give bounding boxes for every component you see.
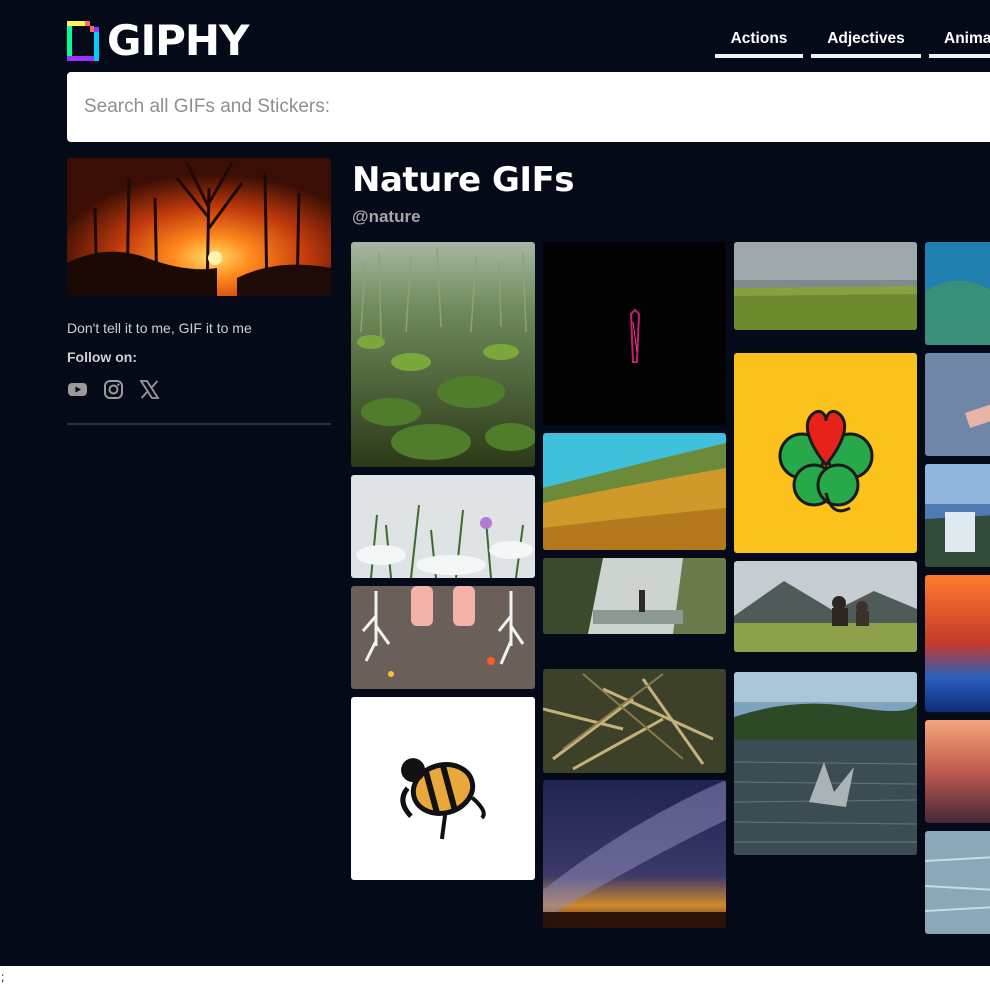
gif-tile-mountain-couple[interactable] [734, 561, 917, 652]
follow-label: Follow on: [67, 349, 137, 365]
gif-tile-snow-flower[interactable] [351, 475, 535, 578]
gif-tile-golden-hills[interactable] [543, 433, 726, 550]
giphy-logo[interactable]: GIPHY [67, 16, 249, 65]
gif-tile-hands-roots[interactable] [351, 586, 535, 689]
gif-tile-shamrock-sticker[interactable] [734, 353, 917, 553]
giphy-channel-page: GIPHY Actions Adjectives Anima Search al… [0, 0, 990, 966]
gif-tile-waterfall[interactable] [925, 464, 990, 567]
gif-tile-milky-way[interactable] [543, 780, 726, 928]
gif-tile-grass-field[interactable] [734, 242, 917, 330]
gif-tile-dark-figure[interactable] [543, 242, 726, 425]
social-links [67, 379, 160, 400]
channel-title: Nature GIFs [352, 160, 575, 200]
sidebar-divider [67, 423, 331, 425]
giphy-logo-mark-icon [67, 21, 99, 61]
gif-tile-coral-reef[interactable] [925, 242, 990, 345]
search-bar [67, 72, 990, 142]
search-input[interactable] [67, 72, 990, 142]
category-nav: Actions Adjectives Anima [715, 30, 990, 58]
gif-tile-blue-hand[interactable] [925, 353, 990, 456]
youtube-icon[interactable] [67, 379, 88, 400]
x-icon[interactable] [139, 379, 160, 400]
channel-handle[interactable]: @nature [352, 207, 421, 227]
gif-tile-dusk-lake[interactable] [925, 720, 990, 823]
tab-animals[interactable]: Anima [929, 30, 990, 58]
gif-tile-quills[interactable] [543, 669, 726, 773]
page-bottom-strip [0, 966, 990, 990]
gif-tile-lake-splash[interactable] [734, 672, 917, 855]
tab-adjectives[interactable]: Adjectives [811, 30, 921, 58]
gif-tile-ice-water[interactable] [925, 831, 990, 934]
gif-tile-marsh-plants[interactable] [351, 242, 535, 467]
giphy-wordmark: GIPHY [107, 16, 249, 65]
channel-banner-image [67, 158, 331, 296]
gif-tile-bee-sticker[interactable] [351, 697, 535, 880]
instagram-icon[interactable] [103, 379, 124, 400]
channel-tagline: Don't tell it to me, GIF it to me [67, 320, 252, 336]
gif-tile-sunset-waves[interactable] [925, 575, 990, 712]
gif-tile-lake-walker[interactable] [543, 558, 726, 634]
stray-text: ; [1, 970, 5, 984]
tab-actions[interactable]: Actions [715, 30, 803, 58]
